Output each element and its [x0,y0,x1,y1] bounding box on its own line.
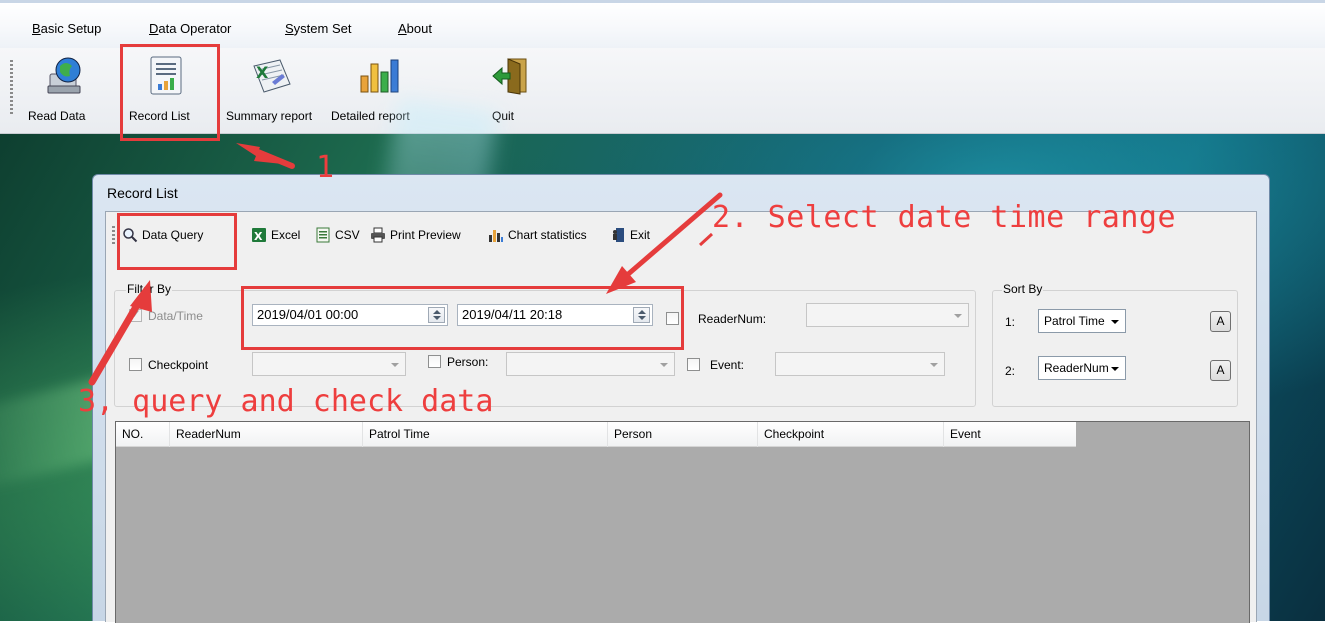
exit-person-icon [613,228,624,242]
menu-about[interactable]: About [398,21,432,36]
readernum-label: ReaderNum: [698,312,767,326]
annotation-step3: 3, query and check data [78,384,494,419]
exit-label: Exit [630,228,651,242]
sort-secondary-dropdown[interactable]: ReaderNum [1038,356,1126,380]
sort-primary-dropdown[interactable]: Patrol Time [1038,309,1126,333]
annotation-step1: 1 [316,150,335,185]
column-header-no[interactable]: NO. [116,422,170,447]
excel-icon: X [252,228,266,243]
chart-statistics-icon [489,230,503,242]
sort-primary-order-button[interactable]: A [1210,311,1231,332]
annotation-box-record-list [120,44,220,141]
bar-chart-icon [360,59,399,93]
chevron-down-icon [1111,367,1119,371]
excel-label: Excel [271,228,301,242]
checkpoint-label: Checkpoint [148,358,209,372]
column-header-patrol-time[interactable]: Patrol Time [363,422,608,447]
sort-secondary-order-button[interactable]: A [1210,360,1231,381]
sort-row1-index: 1: [1005,315,1016,329]
checkpoint-dropdown[interactable] [252,352,406,376]
chevron-down-icon [1111,320,1119,324]
checkpoint-checkbox[interactable] [129,358,142,371]
annotation-box-date-range [241,286,684,350]
print-preview-button[interactable]: Print Preview [370,224,461,246]
readernum-dropdown[interactable] [806,303,969,327]
summary-report-button[interactable]: X Summary report [226,54,320,128]
svg-text:X: X [254,230,263,243]
summary-report-label: Summary report [226,109,313,123]
excel-button[interactable]: X Excel [251,224,300,246]
chevron-down-icon [660,363,668,367]
chevron-down-icon [391,363,399,367]
datetime-label: Data/Time [148,309,203,323]
printer-icon [371,227,385,243]
menu-basic-setup[interactable]: Basic Setup [32,21,101,36]
sort-primary-value: Patrol Time [1044,314,1105,328]
print-preview-label: Print Preview [390,228,461,242]
csv-button[interactable]: CSV [315,224,360,246]
column-header-readernum[interactable]: ReaderNum [170,422,363,447]
read-data-label: Read Data [28,109,86,123]
chart-statistics-label: Chart statistics [508,228,587,242]
annotation-box-data-query [117,213,237,270]
annotation-step2: 2. Select date time range [712,200,1177,235]
person-dropdown[interactable] [506,352,675,376]
event-dropdown[interactable] [775,352,945,376]
svg-text:X: X [256,63,269,82]
csv-label: CSV [335,228,360,242]
chevron-down-icon [954,314,962,318]
excel-report-icon: X [253,59,291,93]
window-title: Record List [107,185,178,201]
column-header-checkpoint[interactable]: Checkpoint [758,422,944,447]
event-label: Event: [710,358,745,372]
person-checkbox[interactable] [428,355,441,368]
read-data-button[interactable]: Read Data [28,54,108,128]
record-grid[interactable]: NO. ReaderNum Patrol Time Person Checkpo… [115,421,1250,623]
sort-group [992,290,1238,407]
sort-group-label: Sort By [1002,282,1044,296]
menu-bar: Basic Setup Data Operator System Set Abo… [0,0,1325,48]
exit-button[interactable]: Exit [610,224,650,246]
person-label: Person: [447,355,489,369]
menu-system-set[interactable]: System Set [285,21,351,36]
chevron-down-icon [930,363,938,367]
filter-group-label: Filter By [126,282,173,296]
column-header-person[interactable]: Person [608,422,758,447]
column-header-event[interactable]: Event [944,422,1104,447]
event-checkbox[interactable] [687,358,700,371]
sort-row2-index: 2: [1005,364,1016,378]
sort-secondary-value: ReaderNum [1044,361,1109,375]
chart-statistics-button[interactable]: Chart statistics [488,224,587,246]
datetime-checkbox[interactable] [129,307,142,322]
menu-data-operator[interactable]: Data Operator [149,21,231,36]
toolbar-grip[interactable] [10,60,13,116]
csv-file-icon [316,227,330,243]
computer-globe-icon [47,57,81,94]
grid-header: NO. ReaderNum Patrol Time Person Checkpo… [116,422,1076,447]
exit-door-icon [492,58,527,95]
